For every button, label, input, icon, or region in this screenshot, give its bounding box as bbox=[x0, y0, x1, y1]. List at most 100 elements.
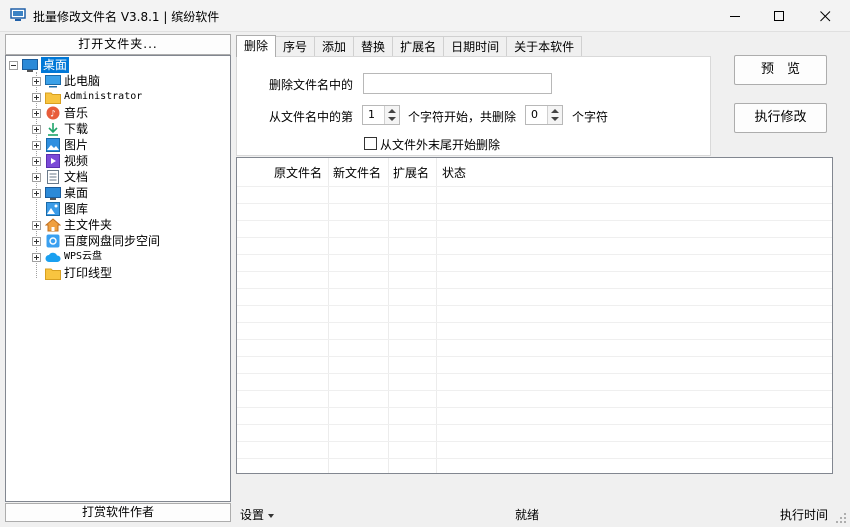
column-header-original-name[interactable]: 原文件名 bbox=[274, 164, 322, 181]
folder-icon bbox=[45, 90, 61, 104]
tree-item-print-linetype[interactable]: 打印线型 bbox=[32, 265, 112, 281]
gallery-icon bbox=[45, 202, 61, 216]
minimize-icon bbox=[729, 15, 740, 17]
collapse-toggle[interactable] bbox=[9, 60, 18, 70]
close-icon bbox=[819, 10, 830, 21]
tree-item-documents[interactable]: 文档 bbox=[32, 169, 88, 185]
tab-sequence[interactable]: 序号 bbox=[275, 36, 316, 57]
resize-grip-icon[interactable] bbox=[835, 512, 847, 524]
column-header-new-name[interactable]: 新文件名 bbox=[333, 164, 381, 181]
start-suffix-label: 个字符开始，共删除 bbox=[408, 110, 517, 124]
decrement-icon[interactable] bbox=[551, 117, 559, 121]
tree-item-pictures[interactable]: 图片 bbox=[32, 137, 88, 153]
tab-replace[interactable]: 替换 bbox=[353, 36, 394, 57]
tree-item-downloads[interactable]: 下载 bbox=[32, 121, 88, 137]
expand-toggle[interactable] bbox=[32, 188, 41, 198]
cloud-icon bbox=[45, 250, 61, 264]
desktop-icon bbox=[45, 186, 61, 200]
document-icon bbox=[45, 170, 61, 184]
tree-item-label: 此电脑 bbox=[64, 74, 101, 88]
expand-toggle[interactable] bbox=[32, 236, 41, 246]
tree-item-label: 文档 bbox=[64, 170, 89, 184]
expand-toggle[interactable] bbox=[32, 252, 41, 262]
minimize-button[interactable] bbox=[712, 0, 758, 32]
tree-item-administrator[interactable]: Administrator bbox=[32, 89, 142, 105]
increment-icon[interactable] bbox=[551, 109, 559, 113]
donate-button[interactable]: 打赏软件作者 bbox=[5, 503, 231, 522]
execute-button[interactable]: 执行修改 bbox=[734, 103, 827, 133]
tree-item-desktop[interactable]: 桌面 bbox=[32, 185, 88, 201]
tree-item-baidu-sync[interactable]: 百度网盘同步空间 bbox=[32, 233, 160, 249]
start-position-value: 1 bbox=[368, 108, 375, 121]
count-suffix-label: 个字符 bbox=[572, 110, 609, 124]
grid-header: 原文件名 新文件名 扩展名 状态 bbox=[237, 158, 832, 186]
settings-dropdown[interactable]: 设置 bbox=[240, 506, 275, 523]
maximize-icon bbox=[773, 10, 784, 21]
tab-bar: 删除 序号 添加 替换 扩展名 日期时间 关于本软件 bbox=[236, 35, 583, 57]
expand-toggle[interactable] bbox=[32, 172, 41, 182]
picture-icon bbox=[45, 138, 61, 152]
tab-about[interactable]: 关于本软件 bbox=[506, 36, 583, 57]
expand-toggle[interactable] bbox=[32, 76, 41, 86]
tree-item-label: 视频 bbox=[64, 154, 89, 168]
cloud-sync-icon bbox=[45, 234, 61, 248]
tree-item-music[interactable]: ♪ 音乐 bbox=[32, 105, 88, 121]
app-icon bbox=[10, 8, 26, 21]
tree-item-label: 百度网盘同步空间 bbox=[64, 234, 161, 248]
tree-item-gallery[interactable]: 图库 bbox=[32, 201, 88, 217]
delete-text-label: 删除文件名中的 bbox=[269, 78, 354, 92]
folder-tree[interactable]: 桌面 此电脑 Administrator ♪ 音乐 下载 图片 视频 文档 桌面… bbox=[5, 55, 231, 502]
tree-item-label: 桌面 bbox=[64, 186, 89, 200]
tab-delete[interactable]: 删除 bbox=[236, 35, 277, 57]
tree-item-root-desktop[interactable]: 桌面 bbox=[9, 57, 70, 73]
tree-item-this-pc[interactable]: 此电脑 bbox=[32, 73, 100, 89]
status-text: 就绪 bbox=[515, 508, 540, 522]
desktop-icon bbox=[22, 58, 38, 72]
tree-item-home[interactable]: 主文件夹 bbox=[32, 217, 112, 233]
window-title: 批量修改文件名 V3.8.1 | 缤纷软件 bbox=[33, 10, 220, 24]
monitor-icon bbox=[45, 74, 61, 88]
maximize-button[interactable] bbox=[756, 0, 802, 32]
download-icon bbox=[45, 122, 61, 136]
close-button[interactable] bbox=[802, 0, 848, 32]
tree-item-label: 图库 bbox=[64, 202, 89, 216]
expand-toggle[interactable] bbox=[32, 108, 41, 118]
preview-button[interactable]: 预 览 bbox=[734, 55, 827, 85]
expand-toggle[interactable] bbox=[32, 156, 41, 166]
delete-text-input[interactable] bbox=[363, 73, 552, 94]
tab-extension[interactable]: 扩展名 bbox=[392, 36, 445, 57]
settings-label: 设置 bbox=[240, 508, 265, 522]
chevron-down-icon bbox=[268, 513, 275, 518]
tree-item-label: 打印线型 bbox=[64, 266, 113, 280]
tree-item-label: 下载 bbox=[64, 122, 89, 136]
tree-item-label: WPS云盘 bbox=[64, 251, 103, 262]
from-position-label: 从文件名中的第 bbox=[269, 110, 354, 124]
expand-toggle[interactable] bbox=[32, 220, 41, 230]
file-list-grid[interactable]: 原文件名 新文件名 扩展名 状态 bbox=[236, 157, 833, 474]
column-header-status[interactable]: 状态 bbox=[442, 164, 466, 181]
home-icon bbox=[45, 218, 61, 232]
expand-toggle[interactable] bbox=[32, 92, 41, 102]
open-folder-button[interactable]: 打开文件夹... bbox=[5, 34, 231, 55]
title-bar: 批量修改文件名 V3.8.1 | 缤纷软件 bbox=[0, 0, 850, 32]
tree-item-wps-cloud[interactable]: WPS云盘 bbox=[32, 249, 102, 265]
tab-datetime[interactable]: 日期时间 bbox=[443, 36, 508, 57]
exec-time-label: 执行时间 bbox=[780, 508, 829, 522]
tab-add[interactable]: 添加 bbox=[314, 36, 355, 57]
delete-count-stepper[interactable]: 0 bbox=[525, 105, 563, 125]
start-position-stepper[interactable]: 1 bbox=[362, 105, 400, 125]
delete-count-value: 0 bbox=[531, 108, 538, 121]
tree-item-label: 音乐 bbox=[64, 106, 89, 120]
expand-toggle[interactable] bbox=[32, 140, 41, 150]
tree-item-videos[interactable]: 视频 bbox=[32, 153, 88, 169]
status-bar: 设置 就绪 执行时间 bbox=[236, 500, 833, 524]
column-header-extension[interactable]: 扩展名 bbox=[393, 164, 429, 181]
expand-toggle[interactable] bbox=[32, 124, 41, 134]
decrement-icon[interactable] bbox=[388, 117, 396, 121]
from-end-checkbox[interactable] bbox=[364, 137, 377, 150]
folder-icon bbox=[45, 266, 61, 280]
increment-icon[interactable] bbox=[388, 109, 396, 113]
svg-text:♪: ♪ bbox=[50, 110, 56, 120]
tree-item-label: Administrator bbox=[64, 91, 143, 102]
tree-item-label: 主文件夹 bbox=[64, 218, 113, 232]
